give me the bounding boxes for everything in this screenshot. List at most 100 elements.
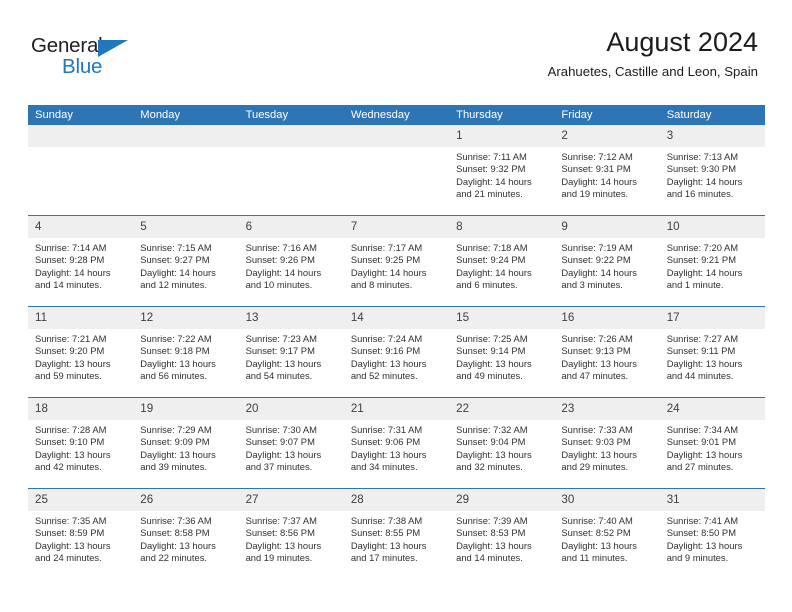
general-blue-logo[interactable]: General Blue [31,34,151,82]
day-number: 10 [659,216,765,238]
weekday-header-tuesday: Tuesday [238,105,344,125]
day-sun-info: Sunrise: 7:26 AM Sunset: 9:13 PM Daylight:… [554,329,659,383]
sunset-text: Sunset: 9:11 PM [666,345,736,357]
calendar-day-cell[interactable]: 9 Sunrise: 7:19 AM Sunset: 9:22 PM Daylight… [554,215,660,307]
day-sun-info: Sunrise: 7:12 AM Sunset: 9:31 PM Daylight:… [554,147,659,201]
day-number: 21 [343,398,450,420]
sunset-text: Sunset: 9:16 PM [350,345,421,357]
sunset-text: Sunset: 9:10 PM [35,436,105,448]
day-number: 18 [28,398,134,420]
day-number: 30 [554,489,660,511]
calendar-day-cell[interactable]: 21 Sunrise: 7:31 AM Sunset: 9:06 PM Dayligh… [343,397,450,489]
calendar-day-cell[interactable]: 29 Sunrise: 7:39 AM Sunset: 8:53 PM Dayligh… [449,488,555,579]
calendar-day-cell[interactable]: 20 Sunrise: 7:30 AM Sunset: 9:07 PM Dayligh… [238,397,344,489]
sunrise-text: Sunrise: 7:36 AM [140,515,212,526]
day-sun-info: Sunrise: 7:15 AM Sunset: 9:27 PM Daylight:… [133,238,238,292]
calendar-day-cell[interactable]: 22 Sunrise: 7:32 AM Sunset: 9:04 PM Dayligh… [449,397,555,489]
calendar-day-cell[interactable]: 8 Sunrise: 7:18 AM Sunset: 9:24 PM Daylight… [449,215,555,307]
calendar-day-cell[interactable]: 13 Sunrise: 7:23 AM Sunset: 9:17 PM Dayligh… [238,306,344,398]
daylight-text: Daylight: 14 hours and 10 minutes. [245,266,322,291]
calendar-day-cell[interactable]: 12 Sunrise: 7:22 AM Sunset: 9:18 PM Dayligh… [133,306,239,398]
day-sun-info: Sunrise: 7:40 AM Sunset: 8:52 PM Daylight:… [554,511,659,565]
logo-text-general: General [31,34,103,57]
day-sun-info: Sunrise: 7:34 AM Sunset: 9:01 PM Daylight:… [660,420,765,474]
weekday-header-row: Sunday Monday Tuesday Wednesday Thursday… [28,105,765,125]
sunset-text: Sunset: 8:53 PM [456,527,526,539]
triangle-icon [98,40,128,57]
calendar-page: General Blue August 2024 Arahuetes, Cast… [0,0,792,612]
calendar-day-cell[interactable]: 5 Sunrise: 7:15 AM Sunset: 9:27 PM Daylight… [133,215,239,307]
sunset-text: Sunset: 9:06 PM [350,436,421,448]
calendar-week-row: 4 Sunrise: 7:14 AM Sunset: 9:28 PM Daylight… [28,215,765,307]
calendar-day-cell[interactable]: 28 Sunrise: 7:38 AM Sunset: 8:55 PM Dayligh… [343,488,450,579]
daylight-text: Daylight: 13 hours and 59 minutes. [35,357,111,382]
sunrise-text: Sunrise: 7:39 AM [456,515,528,526]
day-number: 20 [238,398,344,420]
calendar-day-cell[interactable]: 16 Sunrise: 7:26 AM Sunset: 9:13 PM Dayligh… [554,306,660,398]
sunrise-text: Sunrise: 7:19 AM [561,242,633,253]
day-sun-info: Sunrise: 7:11 AM Sunset: 9:32 PM Daylight:… [449,147,554,201]
day-sun-info: Sunrise: 7:17 AM Sunset: 9:25 PM Daylight:… [344,238,449,292]
calendar-body: 1 Sunrise: 7:11 AM Sunset: 9:32 PM Daylight… [28,125,765,579]
sunrise-text: Sunrise: 7:24 AM [350,333,423,344]
daylight-text: Daylight: 13 hours and 47 minutes. [561,357,637,382]
sunset-text: Sunset: 9:17 PM [245,345,315,357]
daylight-text: Daylight: 13 hours and 11 minutes. [561,539,637,564]
sunrise-text: Sunrise: 7:21 AM [35,333,107,344]
calendar-day-cell[interactable]: 2 Sunrise: 7:12 AM Sunset: 9:31 PM Daylight… [554,125,660,216]
calendar-day-cell[interactable]: 15 Sunrise: 7:25 AM Sunset: 9:14 PM Dayligh… [449,306,555,398]
calendar-day-cell[interactable]: 23 Sunrise: 7:33 AM Sunset: 9:03 PM Dayligh… [554,397,660,489]
sunrise-text: Sunrise: 7:17 AM [350,242,423,253]
day-number [238,125,344,147]
sunset-text: Sunset: 9:14 PM [456,345,526,357]
calendar-day-cell[interactable]: 17 Sunrise: 7:27 AM Sunset: 9:11 PM Dayligh… [659,306,765,398]
calendar-week-row: 1 Sunrise: 7:11 AM Sunset: 9:32 PM Daylight… [28,125,765,216]
daylight-text: Daylight: 13 hours and 56 minutes. [140,357,216,382]
day-sun-info: Sunrise: 7:14 AM Sunset: 9:28 PM Daylight:… [28,238,133,292]
calendar-day-cell[interactable]: 4 Sunrise: 7:14 AM Sunset: 9:28 PM Daylight… [28,215,134,307]
calendar-day-cell[interactable]: 7 Sunrise: 7:17 AM Sunset: 9:25 PM Daylight… [343,215,450,307]
calendar-day-cell[interactable]: 6 Sunrise: 7:16 AM Sunset: 9:26 PM Daylight… [238,215,344,307]
sunrise-text: Sunrise: 7:31 AM [350,424,423,435]
day-sun-info: Sunrise: 7:21 AM Sunset: 9:20 PM Daylight:… [28,329,133,383]
calendar-day-cell[interactable]: 11 Sunrise: 7:21 AM Sunset: 9:20 PM Dayligh… [28,306,134,398]
day-number: 26 [133,489,239,511]
sunset-text: Sunset: 9:30 PM [666,163,736,175]
calendar-day-cell[interactable]: 14 Sunrise: 7:24 AM Sunset: 9:16 PM Dayligh… [343,306,450,398]
day-sun-info: Sunrise: 7:36 AM Sunset: 8:58 PM Daylight:… [133,511,238,565]
calendar-day-cell[interactable]: 30 Sunrise: 7:40 AM Sunset: 8:52 PM Dayligh… [554,488,660,579]
day-number: 23 [554,398,660,420]
weekday-header-thursday: Thursday [449,105,555,125]
daylight-text: Daylight: 13 hours and 37 minutes. [245,448,322,473]
daylight-text: Daylight: 14 hours and 6 minutes. [456,266,532,291]
daylight-text: Daylight: 13 hours and 29 minutes. [561,448,637,473]
daylight-text: Daylight: 14 hours and 3 minutes. [561,266,637,291]
sunrise-text: Sunrise: 7:20 AM [666,242,739,253]
calendar-day-cell-empty [133,125,239,216]
day-number: 8 [449,216,555,238]
sunrise-text: Sunrise: 7:32 AM [456,424,528,435]
calendar-day-cell[interactable]: 1 Sunrise: 7:11 AM Sunset: 9:32 PM Daylight… [449,125,555,216]
day-number: 2 [554,125,660,147]
page-header: General Blue August 2024 Arahuetes, Cast… [0,0,792,100]
calendar-day-cell[interactable]: 18 Sunrise: 7:28 AM Sunset: 9:10 PM Dayligh… [28,397,134,489]
day-sun-info: Sunrise: 7:22 AM Sunset: 9:18 PM Daylight:… [133,329,238,383]
calendar-day-cell[interactable]: 3 Sunrise: 7:13 AM Sunset: 9:30 PM Daylight… [659,125,765,216]
calendar-day-cell[interactable]: 19 Sunrise: 7:29 AM Sunset: 9:09 PM Dayligh… [133,397,239,489]
daylight-text: Daylight: 13 hours and 24 minutes. [35,539,111,564]
daylight-text: Daylight: 13 hours and 14 minutes. [456,539,532,564]
day-number [343,125,450,147]
day-sun-info: Sunrise: 7:35 AM Sunset: 8:59 PM Daylight:… [28,511,133,565]
calendar-week-row: 25 Sunrise: 7:35 AM Sunset: 8:59 PM Dayligh… [28,488,765,579]
calendar-day-cell-empty [238,125,344,216]
daylight-text: Daylight: 13 hours and 49 minutes. [456,357,532,382]
sunset-text: Sunset: 9:31 PM [561,163,631,175]
calendar-day-cell[interactable]: 24 Sunrise: 7:34 AM Sunset: 9:01 PM Dayligh… [659,397,765,489]
sunset-text: Sunset: 8:50 PM [666,527,736,539]
calendar-day-cell[interactable]: 25 Sunrise: 7:35 AM Sunset: 8:59 PM Dayligh… [28,488,134,579]
calendar-day-cell[interactable]: 31 Sunrise: 7:41 AM Sunset: 8:50 PM Dayligh… [659,488,765,579]
calendar-day-cell[interactable]: 26 Sunrise: 7:36 AM Sunset: 8:58 PM Dayligh… [133,488,239,579]
calendar-day-cell[interactable]: 27 Sunrise: 7:37 AM Sunset: 8:56 PM Dayligh… [238,488,344,579]
calendar-day-cell-empty [28,125,134,216]
calendar-day-cell[interactable]: 10 Sunrise: 7:20 AM Sunset: 9:21 PM Dayligh… [659,215,765,307]
